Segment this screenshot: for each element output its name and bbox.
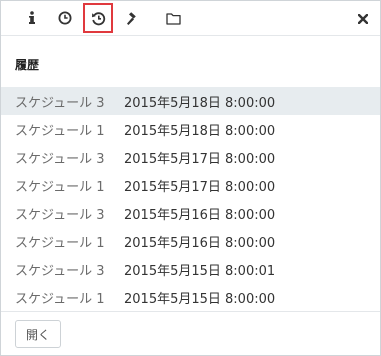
history-row-name: スケジュール 3 bbox=[15, 95, 105, 111]
history-row[interactable]: スケジュール 1 2015年5月17日 8:00:00 bbox=[1, 171, 380, 199]
history-row[interactable]: スケジュール 3 2015年5月16日 8:00:00 bbox=[1, 199, 380, 227]
history-row-name: スケジュール 3 bbox=[15, 151, 105, 167]
history-row-name: スケジュール 1 bbox=[15, 235, 105, 251]
hammer-icon bbox=[125, 11, 140, 26]
history-icon bbox=[91, 11, 106, 26]
history-button[interactable] bbox=[83, 3, 113, 33]
section-title: 履歴 bbox=[15, 58, 40, 72]
build-button[interactable] bbox=[117, 3, 147, 33]
open-button[interactable]: 開く bbox=[15, 320, 61, 348]
history-list: スケジュール 3 2015年5月18日 8:00:00 スケジュール 1 2015年5… bbox=[1, 87, 380, 311]
history-row-date: 2015年5月15日 8:00:01 bbox=[124, 263, 276, 279]
history-row[interactable]: スケジュール 3 2015年5月18日 8:00:00 bbox=[1, 87, 380, 115]
history-row-date: 2015年5月17日 8:00:00 bbox=[124, 151, 276, 167]
history-panel: 履歴 スケジュール 3 2015年5月18日 8:00:00 スケジュール 1 201… bbox=[0, 0, 381, 356]
history-row[interactable]: スケジュール 1 2015年5月18日 8:00:00 bbox=[1, 115, 380, 143]
history-row[interactable]: スケジュール 1 2015年5月16日 8:00:00 bbox=[1, 227, 380, 255]
history-row-name: スケジュール 3 bbox=[15, 263, 105, 279]
history-row-name: スケジュール 1 bbox=[15, 123, 105, 139]
history-row-date: 2015年5月16日 8:00:00 bbox=[124, 207, 276, 223]
toolbar bbox=[1, 1, 380, 36]
history-row-date: 2015年5月18日 8:00:00 bbox=[124, 123, 276, 139]
history-row-name: スケジュール 1 bbox=[15, 179, 105, 195]
history-row-date: 2015年5月17日 8:00:00 bbox=[124, 179, 276, 195]
history-row-date: 2015年5月15日 8:00:00 bbox=[124, 291, 276, 307]
clock-icon bbox=[58, 11, 72, 25]
info-icon bbox=[28, 11, 36, 25]
history-row-name: スケジュール 3 bbox=[15, 207, 105, 223]
history-row-date: 2015年5月18日 8:00:00 bbox=[124, 95, 276, 111]
close-icon bbox=[357, 9, 369, 28]
schedule-button[interactable] bbox=[50, 3, 80, 33]
folder-button[interactable] bbox=[158, 3, 188, 33]
history-row[interactable]: スケジュール 3 2015年5月15日 8:00:01 bbox=[1, 255, 380, 283]
footer: 開く bbox=[1, 311, 380, 356]
close-button[interactable] bbox=[350, 3, 376, 33]
history-row[interactable]: スケジュール 1 2015年5月15日 8:00:00 bbox=[1, 283, 380, 311]
history-row[interactable]: スケジュール 3 2015年5月17日 8:00:00 bbox=[1, 143, 380, 171]
history-row-date: 2015年5月16日 8:00:00 bbox=[124, 235, 276, 251]
history-row-name: スケジュール 1 bbox=[15, 291, 105, 307]
folder-icon bbox=[165, 12, 181, 25]
info-button[interactable] bbox=[17, 3, 47, 33]
